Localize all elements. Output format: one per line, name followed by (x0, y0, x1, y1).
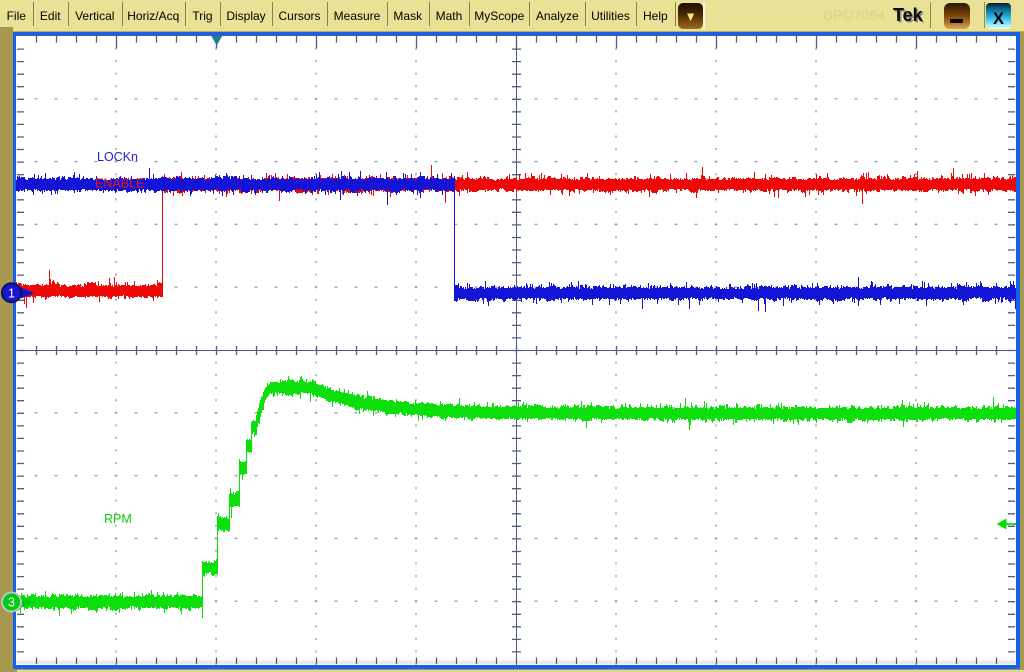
svg-text:3: 3 (8, 596, 15, 610)
svg-text:LOCKn: LOCKn (97, 150, 138, 164)
svg-text:RPM: RPM (104, 512, 132, 526)
svg-text:1: 1 (8, 286, 15, 300)
svg-text:ENABLE: ENABLE (95, 177, 144, 191)
